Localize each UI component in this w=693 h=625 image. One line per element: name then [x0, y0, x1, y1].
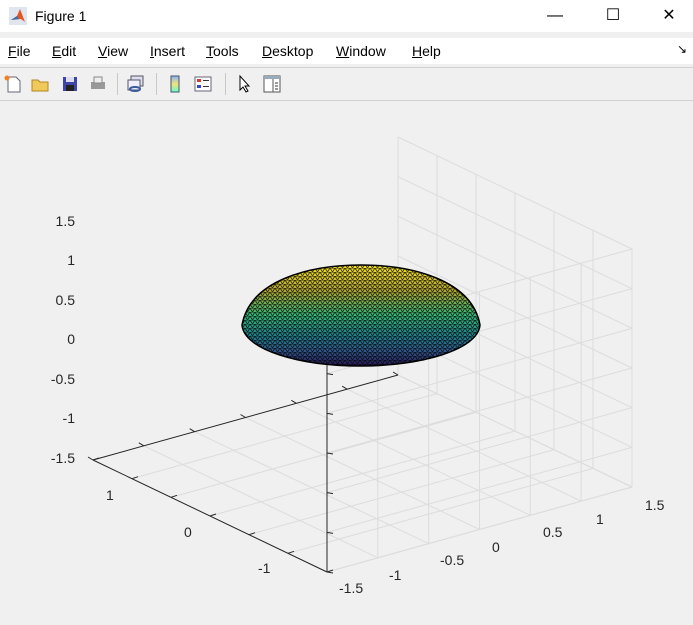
- toolbar: [0, 67, 693, 101]
- print-icon[interactable]: [88, 74, 108, 94]
- matlab-logo-icon: [9, 7, 27, 25]
- x-tick: [87, 456, 94, 461]
- legend-icon[interactable]: [193, 74, 213, 94]
- x-tick-label: 0: [492, 539, 500, 555]
- x-tick: [138, 442, 145, 447]
- x-tick-label: -0.5: [440, 552, 465, 568]
- maximize-button[interactable]: ☐: [590, 0, 636, 32]
- menu-tools[interactable]: Tools: [206, 43, 239, 59]
- y-tick-label: 0: [184, 524, 192, 540]
- toolbar-separator: [117, 73, 118, 95]
- window-title: Figure 1: [35, 8, 87, 24]
- z-tick: [326, 492, 334, 495]
- menu-file[interactable]: File: [8, 43, 31, 59]
- z-tick-label: -0.5: [50, 371, 75, 387]
- grid-line: [296, 402, 531, 516]
- x-tick: [392, 371, 399, 376]
- pointer-icon[interactable]: [235, 74, 255, 94]
- title-bar: Figure 1 — ☐ ✕: [0, 0, 693, 32]
- x-tick: [291, 399, 297, 404]
- y-tick-label: -1: [258, 560, 271, 576]
- z-tick: [326, 531, 334, 534]
- z-tick-label: -1.5: [50, 450, 75, 466]
- close-button[interactable]: ✕: [646, 0, 692, 32]
- x-tick-label: -1: [389, 567, 402, 583]
- x-tick: [341, 385, 348, 390]
- link-plot-icon[interactable]: [126, 74, 146, 94]
- save-icon[interactable]: [60, 74, 80, 94]
- z-tick-label: 0.5: [55, 292, 75, 308]
- axis-lines: [87, 333, 399, 574]
- open-icon[interactable]: [30, 74, 50, 94]
- z-tick: [326, 412, 334, 415]
- new-figure-icon[interactable]: [3, 74, 23, 94]
- minimize-button[interactable]: —: [532, 0, 578, 32]
- x-tick: [240, 414, 246, 418]
- menu-insert[interactable]: Insert: [150, 43, 185, 59]
- z-tick-label: 1: [67, 252, 75, 268]
- axes-3d[interactable]: [0, 100, 693, 625]
- z-tick-label: 0: [67, 331, 75, 347]
- x-tick-label: 1.5: [645, 497, 665, 513]
- menu-view[interactable]: View: [98, 43, 128, 59]
- y-tick-label: 1: [106, 487, 114, 503]
- menu-bar: File Edit View Insert Tools Desktop Wind…: [0, 38, 693, 64]
- toolbar-separator: [156, 73, 157, 95]
- menu-window[interactable]: Window: [336, 43, 386, 59]
- x-tick: [189, 428, 195, 433]
- property-inspector-icon[interactable]: [262, 74, 282, 94]
- x-tick-label: 0.5: [543, 524, 563, 540]
- menu-desktop[interactable]: Desktop: [262, 43, 313, 59]
- z-tick-label: -1: [62, 410, 75, 426]
- menu-help[interactable]: Help: [412, 43, 441, 59]
- dock-figure-icon[interactable]: ↘: [677, 42, 687, 56]
- colorbar-icon[interactable]: [165, 74, 185, 94]
- x-tick-label: -1.5: [339, 580, 364, 596]
- z-tick-label: 1.5: [55, 213, 75, 229]
- z-tick: [326, 373, 334, 376]
- x-tick-label: 1: [596, 511, 604, 527]
- toolbar-separator: [225, 73, 226, 95]
- surface-plot: [241, 264, 481, 367]
- menu-edit[interactable]: Edit: [52, 43, 76, 59]
